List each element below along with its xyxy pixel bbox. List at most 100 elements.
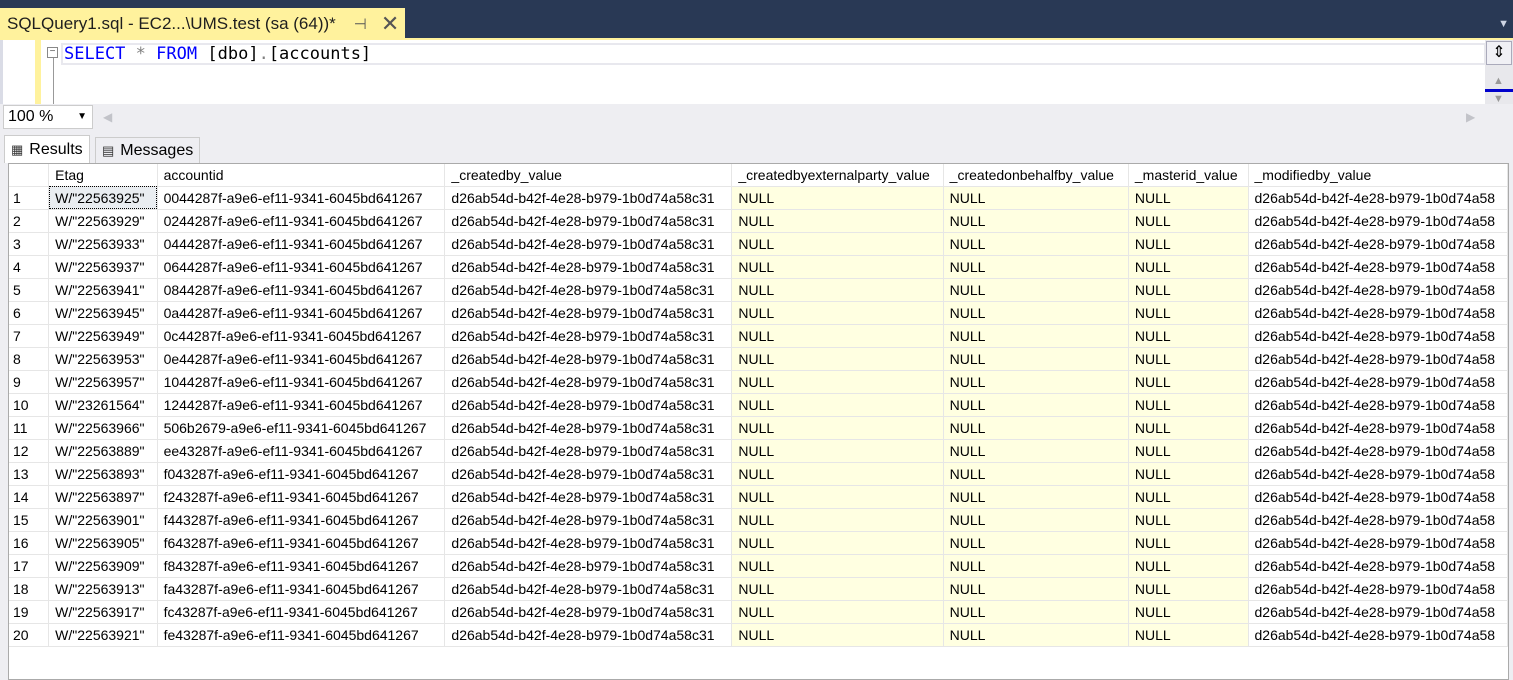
etag-cell[interactable]: W/"22563917" [48, 600, 158, 624]
modifiedby-cell[interactable]: d26ab54d-b42f-4e28-b979-1b0d74a58 [1248, 531, 1508, 555]
scroll-left-icon[interactable]: ◀ [103, 110, 112, 124]
row-number[interactable]: 3 [9, 232, 50, 256]
etag-cell[interactable]: W/"22563933" [48, 232, 158, 256]
createdonbehalfby-cell[interactable]: NULL [943, 393, 1129, 417]
row-number[interactable]: 1 [9, 186, 50, 210]
row-number[interactable]: 8 [9, 347, 50, 371]
masterid-cell[interactable]: NULL [1128, 623, 1249, 647]
modifiedby-cell[interactable]: d26ab54d-b42f-4e28-b979-1b0d74a58 [1248, 278, 1508, 302]
masterid-cell[interactable]: NULL [1128, 508, 1249, 532]
createdbyexternalparty-cell[interactable]: NULL [731, 508, 944, 532]
etag-cell[interactable]: W/"22563937" [48, 255, 158, 279]
createdonbehalfby-cell[interactable]: NULL [943, 301, 1129, 325]
createdbyexternalparty-cell[interactable]: NULL [731, 232, 944, 256]
modifiedby-cell[interactable]: d26ab54d-b42f-4e28-b979-1b0d74a58 [1248, 370, 1508, 394]
etag-cell[interactable]: W/"22563945" [48, 301, 158, 325]
table-row[interactable]: 6 W/"22563945" 0a44287f-a9e6-ef11-9341-604… [9, 301, 1508, 325]
zoom-select[interactable]: 100 % ▼ [3, 105, 93, 129]
accountid-cell[interactable]: 0a44287f-a9e6-ef11-9341-6045bd641267 [157, 301, 446, 325]
table-row[interactable]: 20 W/"22563921" fe43287f-a9e6-ef11-9341-60… [9, 623, 1508, 647]
modifiedby-cell[interactable]: d26ab54d-b42f-4e28-b979-1b0d74a58 [1248, 186, 1508, 210]
createdby-cell[interactable]: d26ab54d-b42f-4e28-b979-1b0d74a58c31 [444, 232, 733, 256]
createdonbehalfby-cell[interactable]: NULL [943, 531, 1129, 555]
masterid-cell[interactable]: NULL [1128, 416, 1249, 440]
accountid-cell[interactable]: f843287f-a9e6-ef11-9341-6045bd641267 [157, 554, 446, 578]
masterid-cell[interactable]: NULL [1128, 554, 1249, 578]
createdby-cell[interactable]: d26ab54d-b42f-4e28-b979-1b0d74a58c31 [444, 370, 733, 394]
createdby-cell[interactable]: d26ab54d-b42f-4e28-b979-1b0d74a58c31 [444, 439, 733, 463]
masterid-cell[interactable]: NULL [1128, 232, 1249, 256]
createdbyexternalparty-cell[interactable]: NULL [731, 623, 944, 647]
accountid-cell[interactable]: 0444287f-a9e6-ef11-9341-6045bd641267 [157, 232, 446, 256]
row-number[interactable]: 4 [9, 255, 50, 279]
createdonbehalfby-cell[interactable]: NULL [943, 209, 1129, 233]
etag-cell[interactable]: W/"22563941" [48, 278, 158, 302]
modifiedby-cell[interactable]: d26ab54d-b42f-4e28-b979-1b0d74a58 [1248, 324, 1508, 348]
modifiedby-cell[interactable]: d26ab54d-b42f-4e28-b979-1b0d74a58 [1248, 209, 1508, 233]
accountid-cell[interactable]: fc43287f-a9e6-ef11-9341-6045bd641267 [157, 600, 446, 624]
createdonbehalfby-cell[interactable]: NULL [943, 278, 1129, 302]
accountid-cell[interactable]: f243287f-a9e6-ef11-9341-6045bd641267 [157, 485, 446, 509]
createdbyexternalparty-cell[interactable]: NULL [731, 393, 944, 417]
table-row[interactable]: 3 W/"22563933" 0444287f-a9e6-ef11-9341-604… [9, 232, 1508, 256]
accountid-cell[interactable]: 0e44287f-a9e6-ef11-9341-6045bd641267 [157, 347, 446, 371]
table-row[interactable]: 4 W/"22563937" 0644287f-a9e6-ef11-9341-604… [9, 255, 1508, 279]
etag-cell[interactable]: W/"22563901" [48, 508, 158, 532]
table-row[interactable]: 7 W/"22563949" 0c44287f-a9e6-ef11-9341-604… [9, 324, 1508, 348]
createdbyexternalparty-cell[interactable]: NULL [731, 278, 944, 302]
modifiedby-cell[interactable]: d26ab54d-b42f-4e28-b979-1b0d74a58 [1248, 301, 1508, 325]
accountid-cell[interactable]: fa43287f-a9e6-ef11-9341-6045bd641267 [157, 577, 446, 601]
document-tab[interactable]: SQLQuery1.sql - EC2...\UMS.test (sa (64)… [0, 8, 405, 40]
masterid-cell[interactable]: NULL [1128, 186, 1249, 210]
masterid-cell[interactable]: NULL [1128, 255, 1249, 279]
table-row[interactable]: 11 W/"22563966" 506b2679-a9e6-ef11-9341-60… [9, 416, 1508, 440]
modifiedby-cell[interactable]: d26ab54d-b42f-4e28-b979-1b0d74a58 [1248, 393, 1508, 417]
createdonbehalfby-cell[interactable]: NULL [943, 255, 1129, 279]
row-number[interactable]: 13 [9, 462, 50, 486]
createdonbehalfby-cell[interactable]: NULL [943, 439, 1129, 463]
masterid-cell[interactable]: NULL [1128, 462, 1249, 486]
createdbyexternalparty-cell[interactable]: NULL [731, 600, 944, 624]
etag-cell[interactable]: W/"22563949" [48, 324, 158, 348]
modifiedby-cell[interactable]: d26ab54d-b42f-4e28-b979-1b0d74a58 [1248, 416, 1508, 440]
table-row[interactable]: 12 W/"22563889" ee43287f-a9e6-ef11-9341-60… [9, 439, 1508, 463]
table-row[interactable]: 14 W/"22563897" f243287f-a9e6-ef11-9341-60… [9, 485, 1508, 509]
masterid-cell[interactable]: NULL [1128, 439, 1249, 463]
createdby-cell[interactable]: d26ab54d-b42f-4e28-b979-1b0d74a58c31 [444, 393, 733, 417]
createdby-cell[interactable]: d26ab54d-b42f-4e28-b979-1b0d74a58c31 [444, 462, 733, 486]
createdby-cell[interactable]: d26ab54d-b42f-4e28-b979-1b0d74a58c31 [444, 485, 733, 509]
table-row[interactable]: 13 W/"22563893" f043287f-a9e6-ef11-9341-60… [9, 462, 1508, 486]
column-header[interactable]: _createdonbehalfby_value [943, 164, 1129, 187]
close-icon[interactable]: ✕ [381, 11, 399, 37]
createdonbehalfby-cell[interactable]: NULL [943, 232, 1129, 256]
createdby-cell[interactable]: d26ab54d-b42f-4e28-b979-1b0d74a58c31 [444, 255, 733, 279]
masterid-cell[interactable]: NULL [1128, 301, 1249, 325]
row-number[interactable]: 10 [9, 393, 50, 417]
createdonbehalfby-cell[interactable]: NULL [943, 600, 1129, 624]
row-number[interactable]: 12 [9, 439, 50, 463]
createdonbehalfby-cell[interactable]: NULL [943, 554, 1129, 578]
etag-cell[interactable]: W/"22563925" [48, 186, 158, 210]
tab-dropdown-icon[interactable]: ▼ [1498, 18, 1509, 30]
table-row[interactable]: 9 W/"22563957" 1044287f-a9e6-ef11-9341-604… [9, 370, 1508, 394]
etag-cell[interactable]: W/"22563897" [48, 485, 158, 509]
createdbyexternalparty-cell[interactable]: NULL [731, 485, 944, 509]
code-line[interactable]: SELECT * FROM [dbo].[accounts] [61, 43, 1486, 65]
createdonbehalfby-cell[interactable]: NULL [943, 324, 1129, 348]
table-row[interactable]: 16 W/"22563905" f643287f-a9e6-ef11-9341-60… [9, 531, 1508, 555]
table-row[interactable]: 19 W/"22563917" fc43287f-a9e6-ef11-9341-60… [9, 600, 1508, 624]
modifiedby-cell[interactable]: d26ab54d-b42f-4e28-b979-1b0d74a58 [1248, 462, 1508, 486]
createdbyexternalparty-cell[interactable]: NULL [731, 416, 944, 440]
accountid-cell[interactable]: 0844287f-a9e6-ef11-9341-6045bd641267 [157, 278, 446, 302]
modifiedby-cell[interactable]: d26ab54d-b42f-4e28-b979-1b0d74a58 [1248, 623, 1508, 647]
createdonbehalfby-cell[interactable]: NULL [943, 370, 1129, 394]
masterid-cell[interactable]: NULL [1128, 531, 1249, 555]
masterid-cell[interactable]: NULL [1128, 347, 1249, 371]
table-row[interactable]: 2 W/"22563929" 0244287f-a9e6-ef11-9341-604… [9, 209, 1508, 233]
split-icon[interactable]: ⇕ [1486, 41, 1512, 65]
row-number[interactable]: 11 [9, 416, 50, 440]
column-header[interactable]: _createdbyexternalparty_value [731, 164, 944, 187]
modifiedby-cell[interactable]: d26ab54d-b42f-4e28-b979-1b0d74a58 [1248, 255, 1508, 279]
row-number[interactable]: 16 [9, 531, 50, 555]
row-number[interactable]: 6 [9, 301, 50, 325]
